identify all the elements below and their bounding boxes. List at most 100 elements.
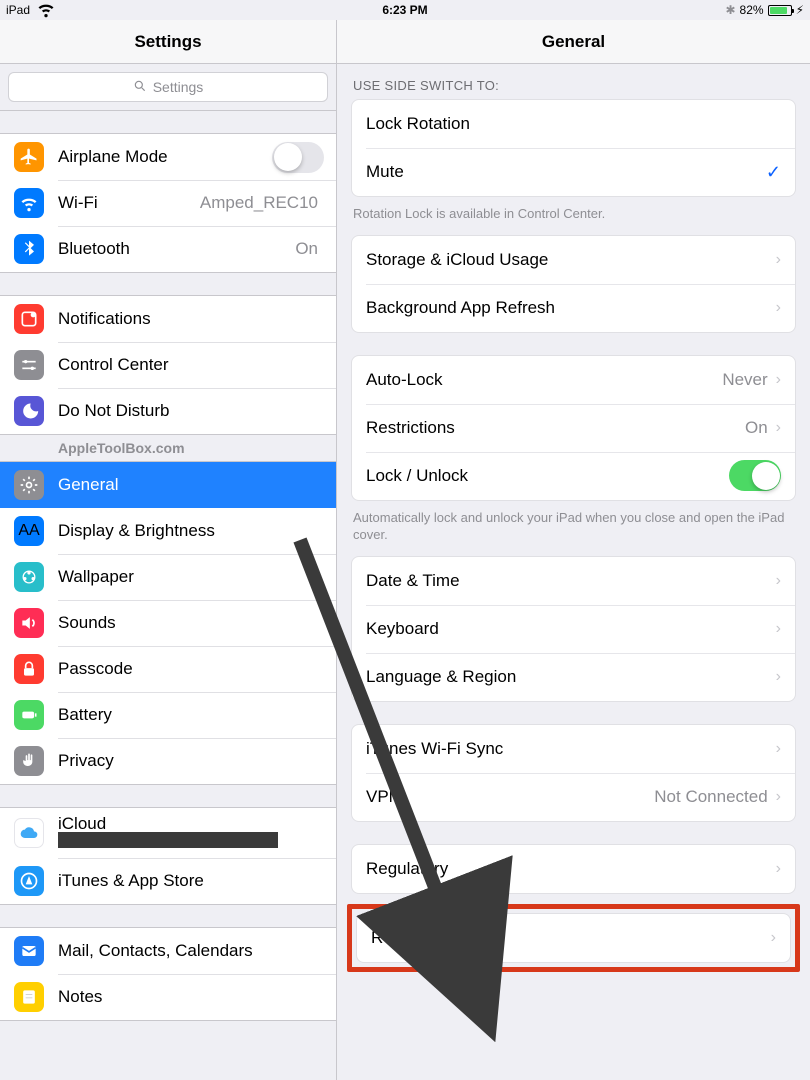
search-wrap: Settings [0,64,336,111]
bluetooth-label: Bluetooth [58,239,295,259]
wallpaper-icon [14,562,44,592]
notes-label: Notes [58,987,324,1007]
reset-highlight-box: Reset › [347,904,800,972]
sidebar-item-sounds[interactable]: Sounds [0,600,336,646]
chevron-right-icon: › [776,251,781,269]
device-label: iPad [6,3,30,17]
restrictions-value: On [745,418,768,438]
battery-icon [14,700,44,730]
search-input[interactable]: Settings [8,72,328,102]
sidebar-item-wifi[interactable]: Wi-Fi Amped_REC10 [0,180,336,226]
sidebar-item-itunes[interactable]: iTunes & App Store [0,858,336,904]
row-language[interactable]: Language & Region › [352,653,795,701]
status-bar: iPad 6:23 PM ✱ 82% ⚡︎ [0,0,810,20]
autolock-value: Never [722,370,767,390]
airplane-icon [14,142,44,172]
row-lock-rotation[interactable]: Lock Rotation [352,100,795,148]
sidebar-item-privacy[interactable]: Privacy [0,738,336,784]
detail-title: General [337,20,810,64]
chevron-right-icon: › [776,620,781,638]
regulatory-label: Regulatory [366,859,776,879]
keyboard-label: Keyboard [366,619,776,639]
detail-pane: General USE SIDE SWITCH TO: Lock Rotatio… [337,20,810,1080]
sidebar-item-passcode[interactable]: Passcode [0,646,336,692]
bg-refresh-label: Background App Refresh [366,298,776,318]
wifi-icon [36,0,56,22]
cloud-icon [14,818,44,848]
gear-icon [14,470,44,500]
row-vpn[interactable]: VPN Not Connected › [352,773,795,821]
icloud-label: iCloud [58,814,324,834]
appstore-icon [14,866,44,896]
sidebar-item-airplane[interactable]: Airplane Mode [0,134,336,180]
language-label: Language & Region [366,667,776,687]
battery-pct: 82% [740,3,764,17]
row-lock-unlock[interactable]: Lock / Unlock [352,452,795,500]
battery-icon [768,5,792,16]
bluetooth-value: On [295,239,318,259]
mute-label: Mute [366,162,766,182]
itunes-label: iTunes & App Store [58,871,324,891]
autolock-label: Auto-Lock [366,370,722,390]
search-placeholder: Settings [153,79,204,95]
row-bg-refresh[interactable]: Background App Refresh › [352,284,795,332]
settings-sidebar: Settings Settings Airplane Mode Wi-Fi Am… [0,20,337,1080]
display-icon: AA [14,516,44,546]
clock: 6:23 PM [382,3,427,17]
mail-label: Mail, Contacts, Calendars [58,941,324,961]
general-label: General [58,475,324,495]
vpn-value: Not Connected [654,787,767,807]
row-itunes-sync[interactable]: iTunes Wi-Fi Sync › [352,725,795,773]
airplane-toggle[interactable] [272,142,324,173]
row-keyboard[interactable]: Keyboard › [352,605,795,653]
row-mute[interactable]: Mute ✓ [352,148,795,196]
row-storage[interactable]: Storage & iCloud Usage › [352,236,795,284]
dnd-label: Do Not Disturb [58,401,324,421]
lock-unlock-label: Lock / Unlock [366,466,729,486]
chevron-right-icon: › [776,740,781,758]
row-datetime[interactable]: Date & Time › [352,557,795,605]
sidebar-item-dnd[interactable]: Do Not Disturb [0,388,336,434]
notes-icon [14,982,44,1012]
sidebar-item-control-center[interactable]: Control Center [0,342,336,388]
sidebar-item-icloud[interactable]: iCloud [0,808,336,858]
sidebar-item-bluetooth[interactable]: Bluetooth On [0,226,336,272]
hand-icon [14,746,44,776]
sidebar-item-display[interactable]: AA Display & Brightness [0,508,336,554]
control-center-icon [14,350,44,380]
lock-unlock-footer: Automatically lock and unlock your iPad … [337,501,810,556]
row-reset[interactable]: Reset › [357,914,790,962]
wifi-label: Wi-Fi [58,193,200,213]
bluetooth-icon [14,234,44,264]
moon-icon [14,396,44,426]
charging-icon: ⚡︎ [796,3,804,17]
sidebar-item-mail[interactable]: Mail, Contacts, Calendars [0,928,336,974]
chevron-right-icon: › [776,572,781,590]
speaker-icon [14,608,44,638]
control-center-label: Control Center [58,355,324,375]
side-switch-header: USE SIDE SWITCH TO: [337,64,810,99]
lock-unlock-toggle[interactable] [729,460,781,491]
row-restrictions[interactable]: Restrictions On › [352,404,795,452]
checkmark-icon: ✓ [766,162,781,183]
sidebar-item-battery[interactable]: Battery [0,692,336,738]
wallpaper-label: Wallpaper [58,567,324,587]
itunes-sync-label: iTunes Wi-Fi Sync [366,739,776,759]
row-regulatory[interactable]: Regulatory › [352,845,795,893]
chevron-right-icon: › [776,668,781,686]
chevron-right-icon: › [776,860,781,878]
reset-label: Reset [371,928,771,948]
chevron-right-icon: › [776,371,781,389]
row-autolock[interactable]: Auto-Lock Never › [352,356,795,404]
battery-label: Battery [58,705,324,725]
wifi-icon [14,188,44,218]
chevron-right-icon: › [776,299,781,317]
bluetooth-icon: ✱ [725,3,735,17]
sidebar-item-wallpaper[interactable]: Wallpaper [0,554,336,600]
chevron-right-icon: › [776,419,781,437]
rotation-footer: Rotation Lock is available in Control Ce… [337,197,810,235]
sidebar-item-notes[interactable]: Notes [0,974,336,1020]
sidebar-item-general[interactable]: General [0,462,336,508]
sidebar-item-notifications[interactable]: Notifications [0,296,336,342]
sounds-label: Sounds [58,613,324,633]
